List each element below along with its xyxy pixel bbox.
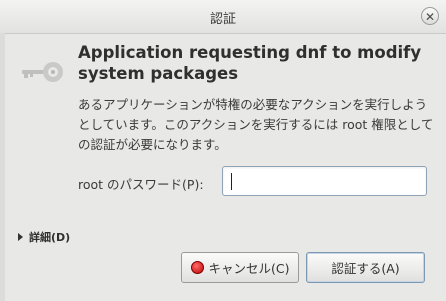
text-caret <box>231 173 232 190</box>
details-expander[interactable]: 詳細(D) <box>18 229 70 245</box>
password-label: root のパスワード(P): <box>78 177 204 192</box>
authenticate-button-label: 認証する(A) <box>331 261 400 276</box>
expander-triangle-icon <box>18 233 23 241</box>
window-left-border <box>0 33 5 301</box>
window-title: 認証 <box>209 12 236 27</box>
authenticate-button[interactable]: 認証する(A) <box>306 252 425 283</box>
cancel-button[interactable]: キャンセル(C) <box>181 252 299 283</box>
dialog-heading: Application requesting dnf to modify sys… <box>78 43 422 83</box>
details-label: 詳細(D) <box>29 231 71 244</box>
cancel-button-label: キャンセル(C) <box>208 261 290 276</box>
title-bar: 認証 ✕ <box>0 0 446 34</box>
close-button[interactable]: ✕ <box>421 7 439 25</box>
password-field[interactable] <box>222 166 427 196</box>
dialog-description: あるアプリケーションが特権の必要なアクションを実行しようとしています。このアクシ… <box>78 97 434 152</box>
stop-icon <box>190 261 204 274</box>
key-icon <box>22 62 63 82</box>
